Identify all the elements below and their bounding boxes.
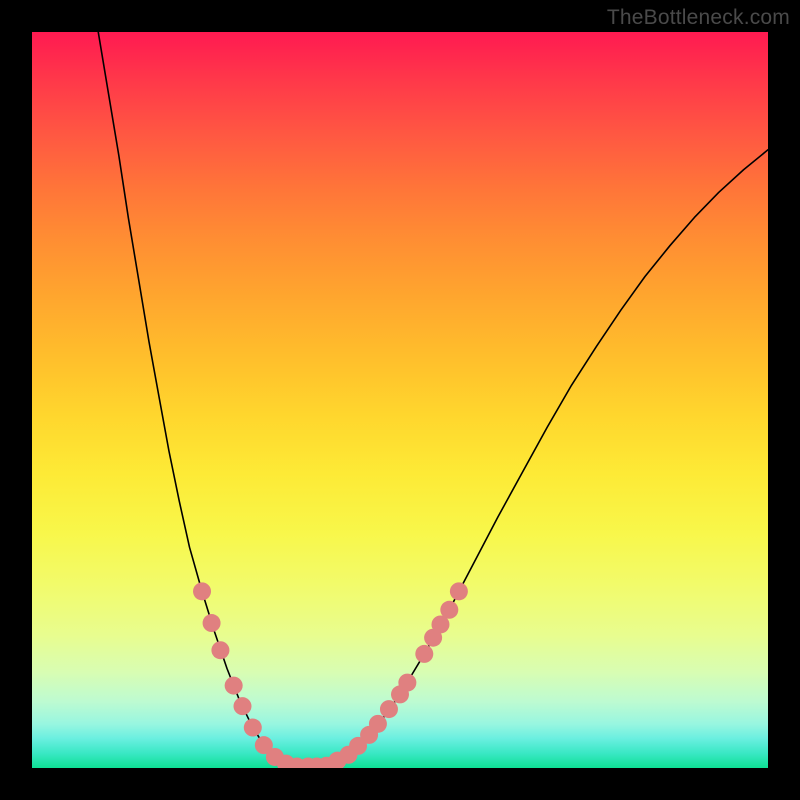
highlight-marker [211, 641, 229, 659]
bottleneck-curve [98, 32, 768, 767]
highlight-marker [203, 614, 221, 632]
highlight-marker [450, 582, 468, 600]
highlight-marker [193, 582, 211, 600]
highlight-marker [244, 719, 262, 737]
highlight-marker [398, 674, 416, 692]
bottleneck-curve-svg [32, 32, 768, 768]
highlight-marker [225, 677, 243, 695]
highlight-marker [380, 700, 398, 718]
attribution-text: TheBottleneck.com [607, 6, 790, 30]
highlight-marker [369, 715, 387, 733]
highlight-marker [440, 601, 458, 619]
highlight-marker [415, 645, 433, 663]
chart-area [32, 32, 768, 768]
highlight-marker [234, 697, 252, 715]
highlight-markers [193, 582, 468, 768]
